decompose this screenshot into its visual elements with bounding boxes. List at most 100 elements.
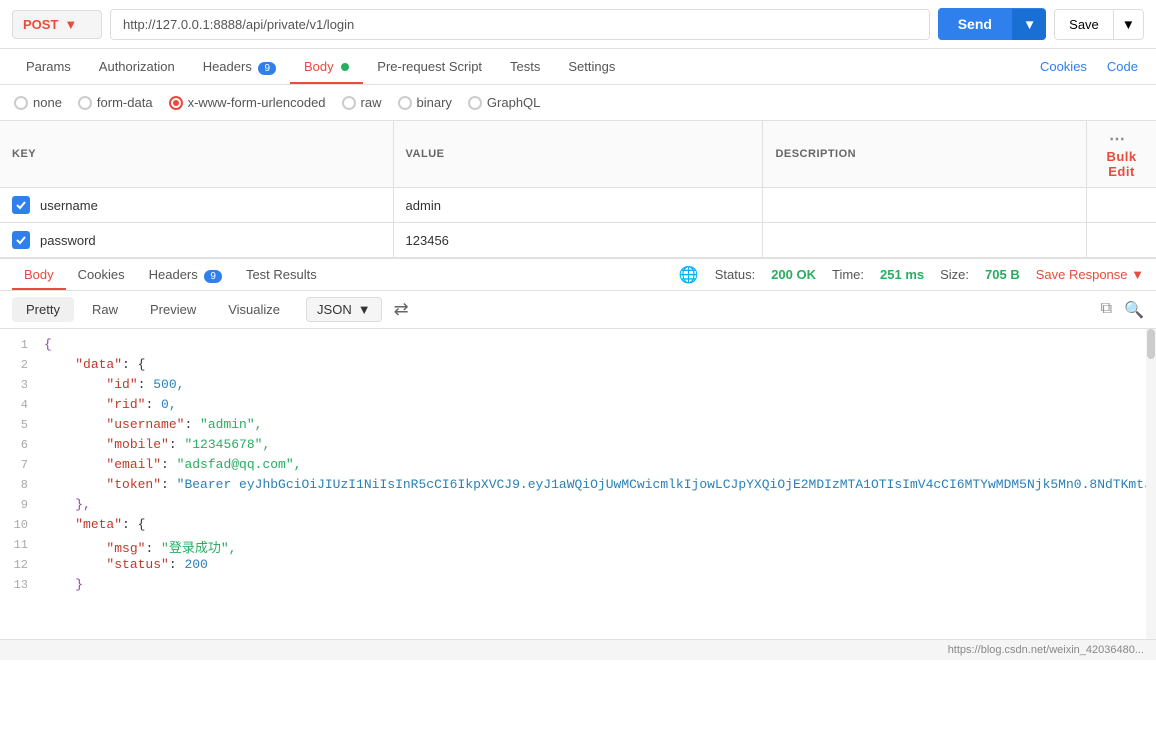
viewer-tab-preview[interactable]: Preview bbox=[136, 297, 210, 322]
row1-checkbox[interactable] bbox=[12, 196, 30, 214]
copy-icon[interactable]: ⧉ bbox=[1101, 300, 1112, 320]
status-value: 200 OK bbox=[771, 267, 816, 282]
viewer-tab-raw[interactable]: Raw bbox=[78, 297, 132, 322]
radio-urlencoded-label: x-www-form-urlencoded bbox=[188, 95, 326, 110]
radio-raw-circle bbox=[342, 96, 356, 110]
radio-graphql[interactable]: GraphQL bbox=[468, 95, 540, 110]
line-number: 13 bbox=[0, 577, 40, 597]
viewer-tabs: Pretty Raw Preview Visualize JSON ▼ ⇄ ⧉ … bbox=[0, 291, 1156, 329]
method-selector[interactable]: POST ▼ bbox=[12, 10, 102, 39]
code-line: 13 } bbox=[0, 577, 1156, 597]
format-selector[interactable]: JSON ▼ bbox=[306, 297, 382, 322]
radio-none[interactable]: none bbox=[14, 95, 62, 110]
radio-raw[interactable]: raw bbox=[342, 95, 382, 110]
line-number: 4 bbox=[0, 397, 40, 417]
line-content: "token": "Bearer eyJhbGciOiJIUzI1NiIsInR… bbox=[40, 477, 1156, 497]
tab-params[interactable]: Params bbox=[12, 49, 85, 84]
radio-form-data-label: form-data bbox=[97, 95, 153, 110]
body-active-dot bbox=[341, 63, 349, 71]
tab-pre-request[interactable]: Pre-request Script bbox=[363, 49, 496, 84]
tab-headers[interactable]: Headers 9 bbox=[189, 49, 290, 84]
line-content: "mobile": "12345678", bbox=[40, 437, 1156, 457]
line-content: "rid": 0, bbox=[40, 397, 1156, 417]
tab-tests[interactable]: Tests bbox=[496, 49, 554, 84]
response-tabs: Body Cookies Headers 9 Test Results 🌐 St… bbox=[0, 258, 1156, 291]
bottom-url: https://blog.csdn.net/weixin_42036480... bbox=[948, 644, 1144, 656]
resp-tab-body[interactable]: Body bbox=[12, 259, 66, 290]
bulk-edit-button[interactable]: Bulk Edit bbox=[1106, 149, 1136, 179]
line-content: "data": { bbox=[40, 357, 1156, 377]
radio-binary-circle bbox=[398, 96, 412, 110]
time-label: Time: bbox=[832, 267, 864, 282]
request-tabs: Params Authorization Headers 9 Body Pre-… bbox=[0, 49, 1156, 85]
line-number: 5 bbox=[0, 417, 40, 437]
code-line: 1{ bbox=[0, 337, 1156, 357]
url-input[interactable] bbox=[110, 9, 930, 40]
save-dropdown-button[interactable]: ▼ bbox=[1113, 10, 1143, 39]
row2-description bbox=[763, 223, 1087, 258]
save-main-button[interactable]: Save bbox=[1055, 10, 1113, 39]
tab-body[interactable]: Body bbox=[290, 49, 363, 84]
resp-headers-badge: 9 bbox=[204, 270, 222, 283]
line-content: { bbox=[40, 337, 1156, 357]
resp-tab-cookies[interactable]: Cookies bbox=[66, 259, 137, 290]
code-line: 11 "msg": "登录成功", bbox=[0, 537, 1156, 557]
cookies-link[interactable]: Cookies bbox=[1034, 49, 1093, 84]
code-line: 12 "status": 200 bbox=[0, 557, 1156, 577]
radio-form-data[interactable]: form-data bbox=[78, 95, 153, 110]
line-number: 9 bbox=[0, 497, 40, 517]
code-link[interactable]: Code bbox=[1101, 49, 1144, 84]
radio-binary[interactable]: binary bbox=[398, 95, 452, 110]
tab-settings[interactable]: Settings bbox=[554, 49, 629, 84]
code-area: 1{2 "data": {3 "id": 500,4 "rid": 0,5 "u… bbox=[0, 329, 1156, 639]
radio-none-circle bbox=[14, 96, 28, 110]
status-label: Status: bbox=[715, 267, 755, 282]
response-status-bar: 🌐 Status: 200 OK Time: 251 ms Size: 705 … bbox=[679, 265, 1144, 285]
save-response-button[interactable]: Save Response ▼ bbox=[1036, 267, 1144, 282]
line-content: } bbox=[40, 577, 1156, 597]
scrollbar-vertical[interactable] bbox=[1146, 329, 1156, 639]
send-dropdown-button[interactable]: ▼ bbox=[1012, 9, 1046, 40]
format-label: JSON bbox=[317, 302, 352, 317]
scrollbar-thumb[interactable] bbox=[1147, 329, 1155, 359]
method-chevron-icon: ▼ bbox=[64, 17, 77, 32]
row1-key: username bbox=[40, 198, 98, 213]
line-number: 1 bbox=[0, 337, 40, 357]
code-line: 8 "token": "Bearer eyJhbGciOiJIUzI1NiIsI… bbox=[0, 477, 1156, 497]
time-value: 251 ms bbox=[880, 267, 924, 282]
more-icon[interactable]: ⋯ bbox=[1109, 131, 1127, 148]
code-line: 3 "id": 500, bbox=[0, 377, 1156, 397]
search-icon[interactable]: 🔍 bbox=[1124, 300, 1144, 320]
code-line: 9 }, bbox=[0, 497, 1156, 517]
method-label: POST bbox=[23, 17, 58, 32]
line-number: 8 bbox=[0, 477, 40, 497]
radio-urlencoded[interactable]: x-www-form-urlencoded bbox=[169, 95, 326, 110]
resp-tab-test-results[interactable]: Test Results bbox=[234, 259, 329, 290]
send-main-button[interactable]: Send bbox=[938, 8, 1012, 40]
radio-graphql-circle bbox=[468, 96, 482, 110]
viewer-icons: ⧉ 🔍 bbox=[1101, 300, 1144, 320]
size-value: 705 B bbox=[985, 267, 1020, 282]
wrap-icon[interactable]: ⇄ bbox=[394, 299, 409, 320]
tab-authorization[interactable]: Authorization bbox=[85, 49, 189, 84]
resp-tab-headers[interactable]: Headers 9 bbox=[137, 259, 234, 290]
send-button-group: Send ▼ bbox=[938, 8, 1046, 40]
code-line: 2 "data": { bbox=[0, 357, 1156, 377]
code-line: 7 "email": "adsfad@qq.com", bbox=[0, 457, 1156, 477]
viewer-tab-visualize[interactable]: Visualize bbox=[214, 297, 294, 322]
top-bar: POST ▼ Send ▼ Save ▼ bbox=[0, 0, 1156, 49]
col-key: KEY bbox=[0, 121, 393, 188]
row1-value: admin bbox=[393, 188, 763, 223]
row2-checkbox[interactable] bbox=[12, 231, 30, 249]
table-row: username admin bbox=[0, 188, 1156, 223]
line-content: }, bbox=[40, 497, 1156, 517]
line-content: "id": 500, bbox=[40, 377, 1156, 397]
radio-form-data-circle bbox=[78, 96, 92, 110]
kv-table: KEY VALUE DESCRIPTION ⋯ Bulk Edit userna… bbox=[0, 121, 1156, 258]
viewer-tab-pretty[interactable]: Pretty bbox=[12, 297, 74, 322]
code-line: 4 "rid": 0, bbox=[0, 397, 1156, 417]
headers-badge: 9 bbox=[258, 62, 276, 75]
line-content: "status": 200 bbox=[40, 557, 1156, 577]
globe-icon[interactable]: 🌐 bbox=[679, 265, 699, 285]
radio-graphql-label: GraphQL bbox=[487, 95, 540, 110]
